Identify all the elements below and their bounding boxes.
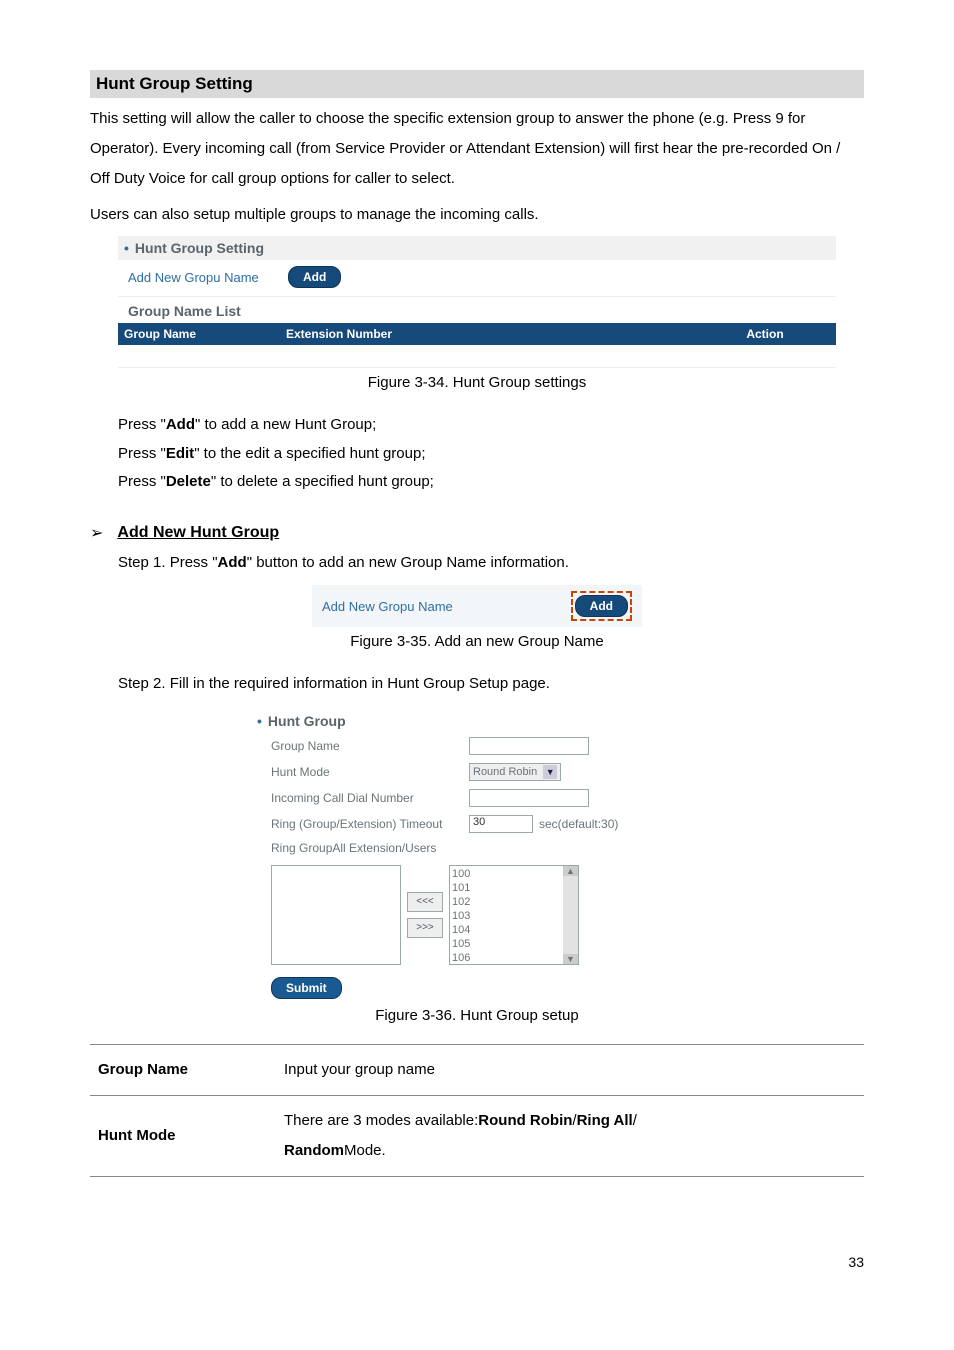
list-item[interactable]: 102 [452,895,562,909]
step1-text: Step 1. Press "Add" button to add an new… [118,549,864,578]
section-title: Hunt Group Setting [90,70,864,98]
list-item[interactable]: 100 [452,867,562,881]
subheading-add-new-hunt-group: Add New Hunt Group [117,524,279,542]
figure-caption-36: Figure 3-36. Hunt Group setup [90,1007,864,1024]
press-delete-line: Press "Delete" to delete a specified hun… [118,468,864,497]
list-item[interactable]: 105 [452,937,562,951]
text: " button to add an new Group Name inform… [247,554,569,571]
press-add-line: Press "Add" to add a new Hunt Group; [118,411,864,440]
text: / [633,1106,637,1136]
list-item[interactable]: 104 [452,923,562,937]
ring-timeout-label: Ring (Group/Extension) Timeout [271,817,469,831]
ring-group-col-label: Ring Group [271,841,332,855]
add-button-2[interactable]: Add [575,595,628,617]
scrollbar[interactable]: ▲ ▼ [563,866,578,964]
hunt-group-form: Hunt Group Group Name Hunt Mode Round Ro… [257,709,697,999]
text: There are 3 modes available: [284,1106,478,1136]
intro-paragraph-2: Users can also setup multiple groups to … [90,200,864,230]
intro-paragraph-1: This setting will allow the caller to ch… [90,104,864,194]
add-button[interactable]: Add [288,266,341,288]
ring-group-listbox[interactable] [271,865,401,965]
desc-val-group-name: Input your group name [276,1044,864,1095]
submit-button[interactable]: Submit [271,977,342,999]
add-new-group-label-2: Add New Gropu Name [322,599,571,614]
chevron-down-icon: ▼ [543,765,557,779]
step2-text: Step 2. Fill in the required information… [118,670,864,699]
group-name-table: Group Name Extension Number Action [118,323,836,368]
text-bold: Delete [166,473,211,490]
table-row: Group Name Input your group name [90,1044,864,1095]
list-item[interactable]: 106 [452,951,562,965]
arrow-icon: ➢ [90,523,103,543]
col-action: Action [694,323,836,345]
dial-number-label: Incoming Call Dial Number [271,791,469,805]
hunt-group-settings-panel: Hunt Group Setting Add New Gropu Name Ad… [118,236,836,368]
text-bold: Random [284,1136,344,1166]
text: Press " [118,416,166,433]
text-bold: Round Robin [478,1106,572,1136]
figure-caption-35: Figure 3-35. Add an new Group Name [90,633,864,650]
field-description-table: Group Name Input your group name Hunt Mo… [90,1044,864,1177]
table-row: Hunt Mode There are 3 modes available: R… [90,1095,864,1176]
text: " to the edit a specified hunt group; [194,445,425,462]
text: Step 1. Press " [118,554,218,571]
panel-title: Hunt Group Setting [118,236,836,260]
text-bold: Add [166,416,195,433]
text: " to add a new Hunt Group; [195,416,376,433]
desc-val-hunt-mode: There are 3 modes available: Round Robin… [276,1095,864,1176]
col-extension-number: Extension Number [280,323,694,345]
move-left-button[interactable]: <<< [407,892,443,912]
table-row [118,345,836,368]
all-extension-col-label: All Extension/Users [332,841,436,855]
form-title: Hunt Group [257,709,697,733]
desc-key-hunt-mode: Hunt Mode [90,1095,276,1176]
press-edit-line: Press "Edit" to the edit a specified hun… [118,440,864,469]
select-value: Round Robin [473,766,537,778]
page-number: 33 [848,1254,864,1270]
hunt-mode-label: Hunt Mode [271,765,469,779]
text: Mode. [344,1136,386,1166]
figure-caption-34: Figure 3-34. Hunt Group settings [90,374,864,391]
all-extension-listbox[interactable]: 100101102103104105106 ▲ ▼ [449,865,579,965]
text: Press " [118,445,166,462]
list-item[interactable]: 101 [452,881,562,895]
text: " to delete a specified hunt group; [211,473,434,490]
add-new-group-label: Add New Gropu Name [128,270,288,285]
highlight-box: Add [571,591,632,621]
group-name-input[interactable] [469,737,589,755]
add-group-name-row: Add New Gropu Name Add [312,585,642,627]
text-bold: Edit [166,445,194,462]
col-group-name: Group Name [118,323,280,345]
group-name-label: Group Name [271,739,469,753]
text-bold: Ring All [577,1106,633,1136]
dial-number-input[interactable] [469,789,589,807]
list-item[interactable]: 103 [452,909,562,923]
scroll-down-icon[interactable]: ▼ [563,954,578,964]
ring-timeout-suffix: sec(default:30) [539,817,618,831]
scroll-up-icon[interactable]: ▲ [563,866,578,876]
desc-key-group-name: Group Name [90,1044,276,1095]
hunt-mode-select[interactable]: Round Robin ▼ [469,763,561,781]
move-right-button[interactable]: >>> [407,918,443,938]
text-bold: Add [218,554,247,571]
text: Press " [118,473,166,490]
ring-timeout-input[interactable]: 30 [469,815,533,833]
group-name-list-title: Group Name List [118,297,836,323]
